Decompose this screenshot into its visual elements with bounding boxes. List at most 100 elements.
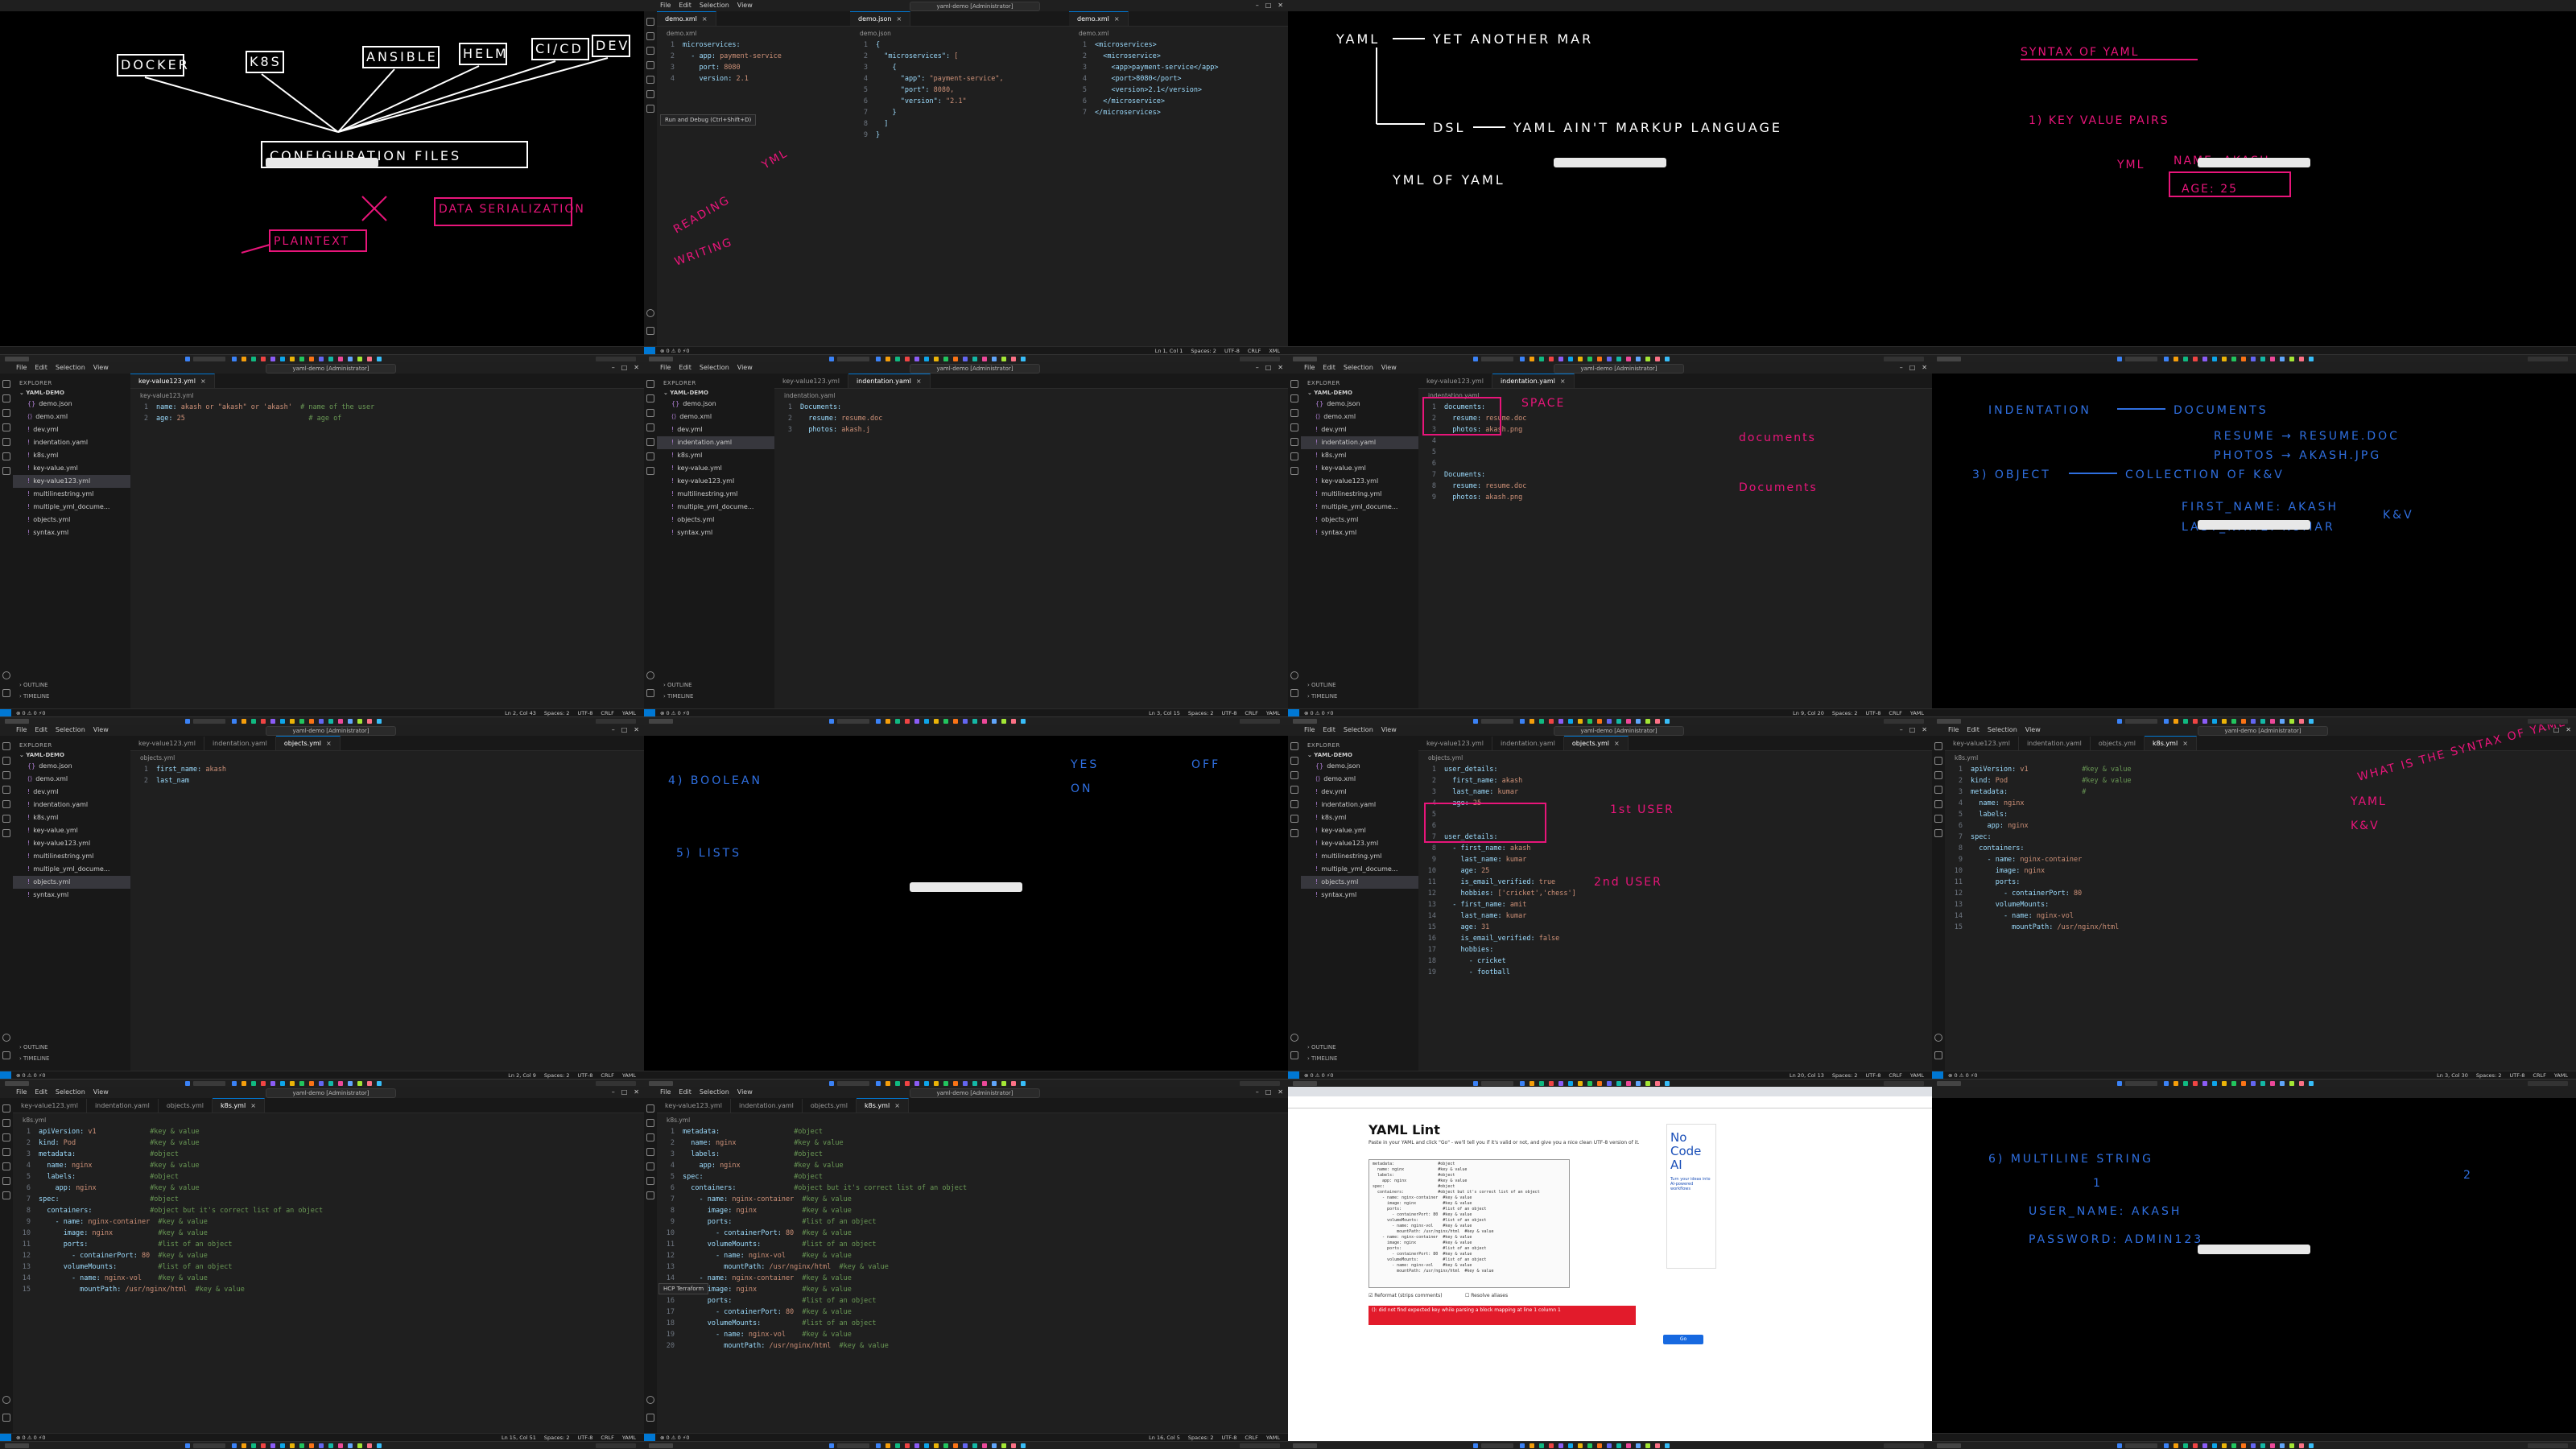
weather-widget[interactable] (1937, 1443, 1961, 1448)
encoding-status[interactable]: UTF-8 (577, 1435, 592, 1441)
minimize-icon[interactable]: – (1256, 1088, 1259, 1096)
taskbar-app-icon[interactable] (2299, 1443, 2304, 1448)
taskbar-app-icon[interactable] (338, 357, 343, 361)
taskbar-app-icon[interactable] (309, 357, 314, 361)
language-mode[interactable]: YAML (1266, 1435, 1280, 1441)
eol-status[interactable]: CRLF (601, 1072, 613, 1079)
taskbar-app-icon[interactable] (2174, 357, 2178, 361)
taskbar-app-icon[interactable] (1558, 357, 1563, 361)
editor-tab[interactable]: indentation.yaml × (848, 374, 931, 388)
weather-widget[interactable] (5, 1443, 29, 1448)
taskbar-app-icon[interactable] (242, 1081, 246, 1086)
taskbar-app-icon[interactable] (1626, 1443, 1631, 1448)
taskbar-app-icon[interactable] (2270, 719, 2275, 724)
file-item[interactable]: ! multiple_yml_docume... (13, 863, 130, 876)
encoding-status[interactable]: UTF-8 (577, 1072, 592, 1079)
weather-widget[interactable] (1293, 1443, 1317, 1448)
taskbar-search[interactable] (2125, 1443, 2157, 1448)
taskbar-app-icon[interactable] (1001, 357, 1006, 361)
close-icon[interactable]: ✕ (634, 726, 639, 733)
taskbar-app-icon[interactable] (1520, 1443, 1525, 1448)
taskbar-app-icon[interactable] (943, 357, 948, 361)
menu-file[interactable]: File (16, 364, 27, 371)
taskbar-app-icon[interactable] (886, 357, 890, 361)
taskbar-app-icon[interactable] (251, 1443, 256, 1448)
file-item[interactable]: ! dev.yml (657, 423, 774, 436)
taskbar-app-icon[interactable] (963, 1443, 968, 1448)
weather-widget[interactable] (1937, 719, 1961, 724)
taskbar-app-icon[interactable] (261, 1081, 266, 1086)
editor-tab[interactable]: indentation.yaml (731, 1099, 803, 1113)
taskbar-app-icon[interactable] (2222, 719, 2227, 724)
gear-icon[interactable] (646, 1414, 654, 1422)
cursor-position[interactable]: Ln 16, Col 5 (1149, 1435, 1180, 1441)
code-editor[interactable]: indentation.yaml 1 Documents: 2 resume: res… (774, 389, 1288, 708)
maximize-icon[interactable]: □ (621, 364, 628, 371)
search-icon[interactable] (2, 394, 10, 402)
start-icon[interactable] (1473, 1443, 1478, 1448)
weather-widget[interactable] (649, 1081, 673, 1086)
editor-tab[interactable]: k8s.yml × (213, 1098, 265, 1113)
command-center[interactable]: yaml-demo [Administrator] (910, 1088, 1040, 1098)
taskbar-app-icon[interactable] (2251, 1443, 2256, 1448)
taskbar-app-icon[interactable] (357, 1443, 362, 1448)
eol-status[interactable]: CRLF (1248, 348, 1261, 354)
taskbar-app-icon[interactable] (319, 1443, 324, 1448)
whiteboard-canvas[interactable]: DOCKER K8S ANSIBLE HELM CI/CD DEV CONFIGURATIO… (0, 11, 644, 354)
taskbar-app-icon[interactable] (1597, 1443, 1602, 1448)
close-tab-icon[interactable]: × (326, 740, 332, 747)
taskbar-app-icon[interactable] (357, 357, 362, 361)
menu-edit[interactable]: Edit (35, 1088, 47, 1096)
menu-file[interactable]: File (16, 1088, 27, 1096)
taskbar-app-icon[interactable] (2202, 357, 2207, 361)
search-icon[interactable] (646, 394, 654, 402)
taskbar-app-icon[interactable] (2183, 1443, 2188, 1448)
taskbar-app-icon[interactable] (299, 719, 304, 724)
timeline-section[interactable]: › TIMELINE (19, 691, 49, 702)
menu-view[interactable]: View (93, 364, 109, 371)
indentation-status[interactable]: Spaces: 2 (544, 710, 570, 716)
taskbar-app-icon[interactable] (2280, 719, 2285, 724)
taskbar-app-icon[interactable] (1665, 1443, 1670, 1448)
taskbar-app-icon[interactable] (1549, 1443, 1554, 1448)
workspace-folder[interactable]: ⌄ YAML-DEMO (657, 388, 774, 398)
close-tab-icon[interactable]: × (894, 1102, 900, 1109)
file-item[interactable]: ! key-value123.yml (13, 475, 130, 488)
taskbar-app-icon[interactable] (886, 1443, 890, 1448)
taskbar-app-icon[interactable] (270, 357, 275, 361)
taskbar-app-icon[interactable] (2174, 1443, 2178, 1448)
file-item[interactable]: ! objects.yml (13, 876, 130, 889)
taskbar-app-icon[interactable] (232, 719, 237, 724)
remote-icon[interactable] (646, 1191, 654, 1199)
taskbar-app-icon[interactable] (328, 1081, 333, 1086)
extensions-icon[interactable] (2, 438, 10, 446)
extensions-icon[interactable] (646, 1162, 654, 1170)
taskbar-app-icon[interactable] (309, 719, 314, 724)
close-icon[interactable]: ✕ (1278, 364, 1283, 371)
taskbar-app-icon[interactable] (982, 719, 987, 724)
file-item[interactable]: ! key-value.yml (657, 462, 774, 475)
taskbar-app-icon[interactable] (876, 1443, 881, 1448)
taskbar-app-icon[interactable] (1549, 357, 1554, 361)
start-icon[interactable] (2117, 1443, 2122, 1448)
taskbar-search[interactable] (837, 1443, 869, 1448)
taskbar-app-icon[interactable] (943, 719, 948, 724)
taskbar-app-icon[interactable] (2241, 1443, 2246, 1448)
taskbar-search[interactable] (193, 1443, 225, 1448)
taskbar-app-icon[interactable] (261, 357, 266, 361)
taskbar-app-icon[interactable] (1539, 1443, 1544, 1448)
taskbar-app-icon[interactable] (2231, 1443, 2236, 1448)
editor-tab[interactable]: indentation.yaml (87, 1099, 159, 1113)
taskbar-app-icon[interactable] (895, 719, 900, 724)
taskbar-app-icon[interactable] (290, 1443, 295, 1448)
minimize-icon[interactable]: – (1256, 364, 1259, 371)
file-item[interactable]: ! objects.yml (13, 514, 130, 526)
minimize-icon[interactable]: – (612, 726, 615, 733)
taskbar-app-icon[interactable] (309, 1081, 314, 1086)
weather-widget[interactable] (649, 719, 673, 724)
eol-status[interactable]: CRLF (1245, 710, 1257, 716)
search-icon[interactable] (2, 1119, 10, 1127)
taskbar-app-icon[interactable] (963, 1081, 968, 1086)
taskbar-app-icon[interactable] (982, 1443, 987, 1448)
system-tray[interactable] (2528, 719, 2568, 724)
